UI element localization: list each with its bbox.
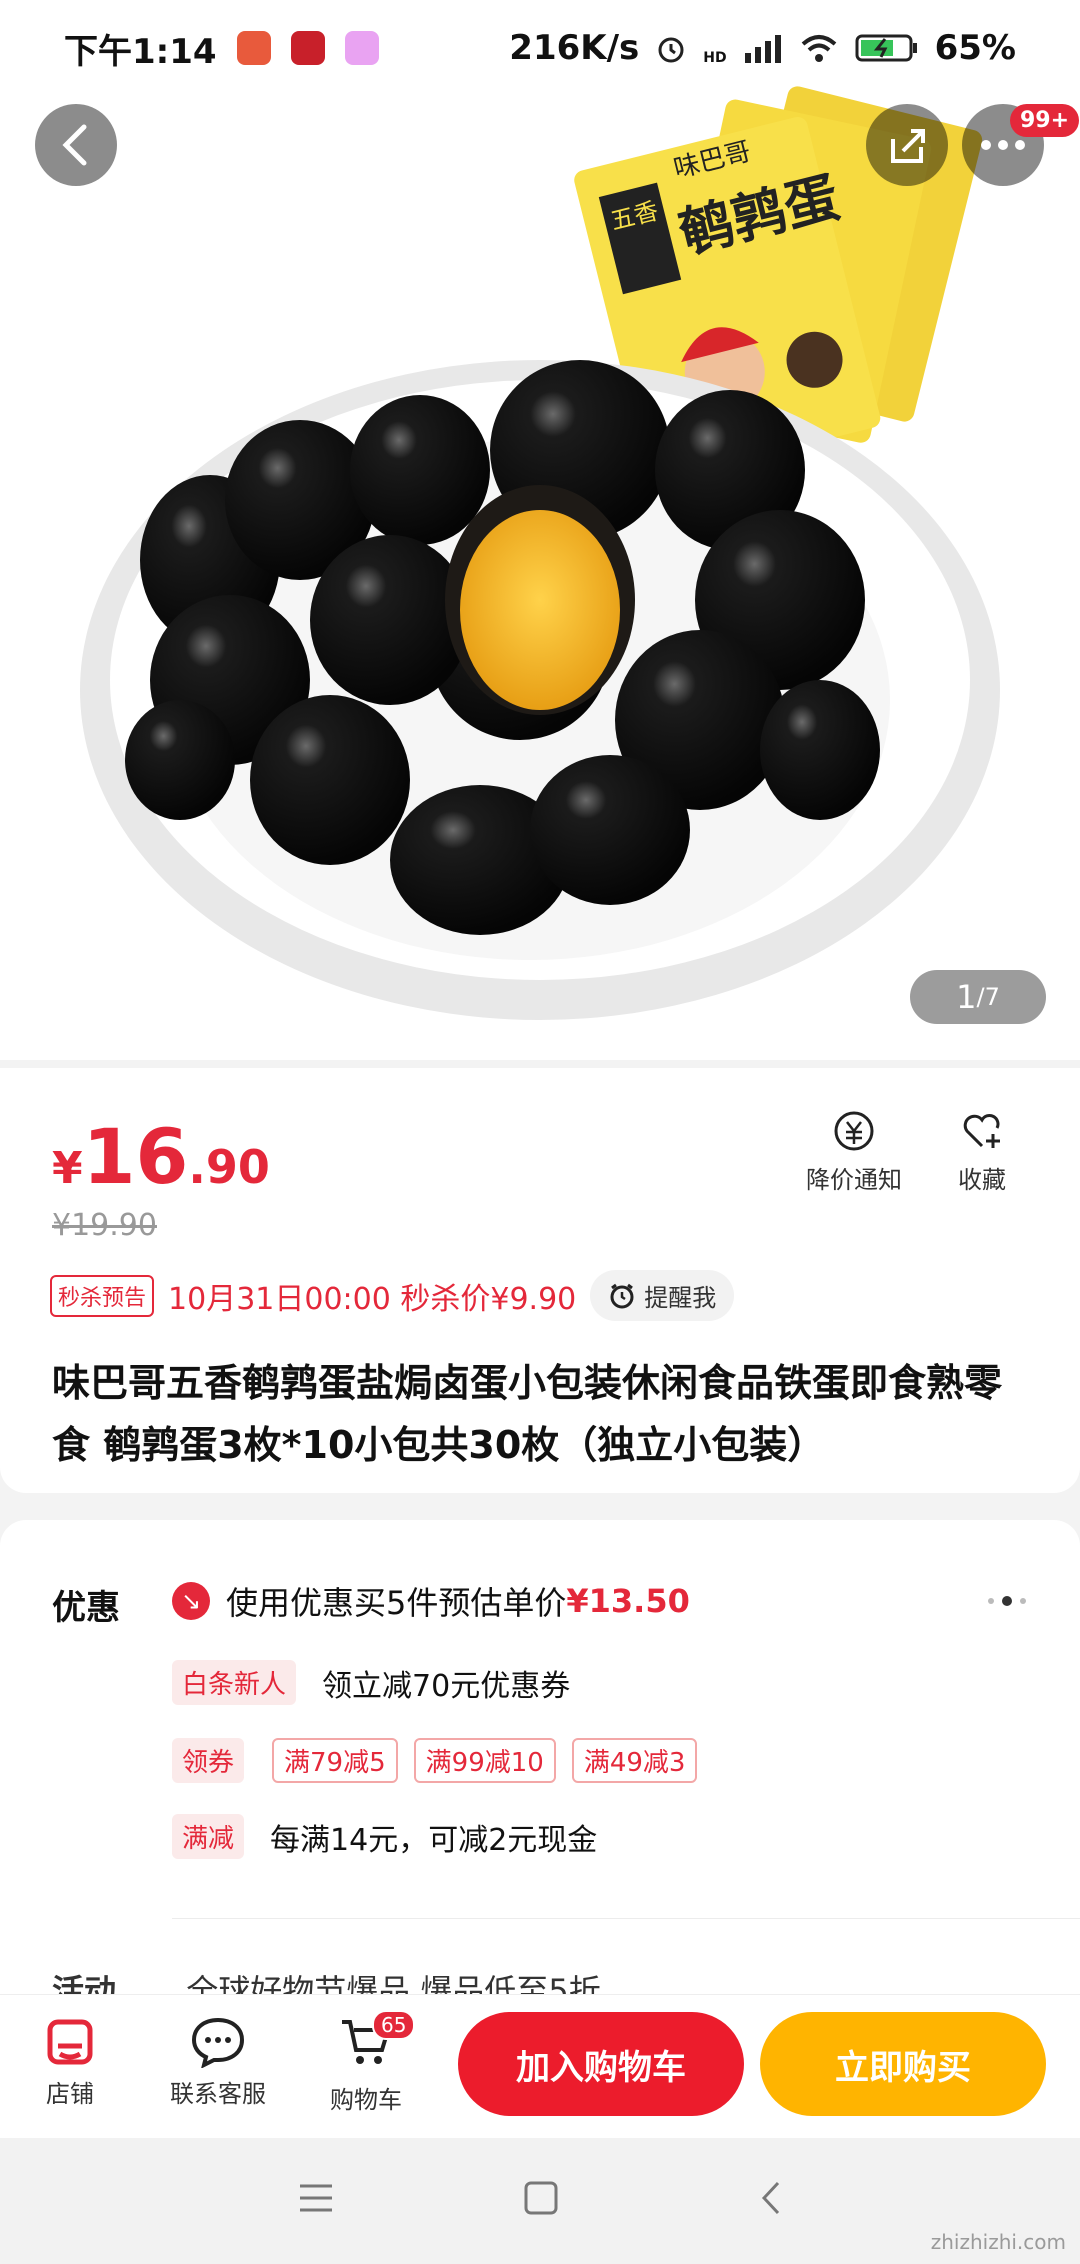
promo-more-icon[interactable] xyxy=(988,1596,1026,1606)
battery-level: 65% xyxy=(934,28,1016,68)
net-speed: 216K/s xyxy=(509,28,640,68)
home-icon[interactable] xyxy=(520,2180,560,2216)
watermark: zhizhizhi.com xyxy=(930,2230,1066,2254)
baitiao-text: 领立减70元优惠券 xyxy=(322,1668,571,1704)
chat-icon xyxy=(191,2017,245,2068)
product-title: 味巴哥五香鹌鹑蛋盐焗卤蛋小包装休闲食品铁蛋即食熟零食 鹌鹑蛋3枚*10小包共30… xyxy=(52,1361,1003,1467)
app-notification-icon xyxy=(290,31,325,65)
heart-plus-icon xyxy=(963,1114,1000,1148)
flash-sale-tag: 秒杀预告 xyxy=(50,1274,155,1317)
price-alert-icon xyxy=(834,1111,874,1151)
image-counter-total: /7 xyxy=(976,983,1000,1011)
divider xyxy=(172,1918,1080,1919)
back-button[interactable] xyxy=(35,104,117,186)
original-price: ¥19.90 xyxy=(52,1208,157,1243)
status-time: 下午1:14 xyxy=(64,31,217,72)
coupon-tag: 领券 xyxy=(172,1738,245,1783)
flash-sale-row: 秒杀预告 10月31日00:00 秒杀价¥9.90 提醒我 xyxy=(50,1270,735,1321)
promo-summary-text: 使用优惠买5件预估单价 xyxy=(226,1584,567,1622)
discount-arrow-icon: ↘ xyxy=(172,1582,210,1620)
share-button[interactable] xyxy=(866,104,948,186)
nav-back-icon[interactable] xyxy=(752,2180,792,2216)
price-integer: 16 xyxy=(82,1112,189,1201)
price-symbol: ¥ xyxy=(52,1143,83,1194)
status-bar: 下午1:14 216K/s HD 65% xyxy=(0,0,1080,96)
coupon-row[interactable]: 领券 满79减5 满99减10 满49减3 xyxy=(172,1738,698,1783)
menu-icon[interactable] xyxy=(296,2180,336,2216)
promo-summary[interactable]: ↘ 使用优惠买5件预估单价 ¥13.50 xyxy=(172,1578,690,1624)
customer-service-label: 联系客服 xyxy=(170,2080,266,2108)
flash-sale-text: 10月31日00:00 秒杀价¥9.90 xyxy=(168,1281,577,1317)
coupon-chip[interactable]: 满49减3 xyxy=(571,1738,698,1783)
cart-count-badge: 65 xyxy=(372,2010,416,2040)
price-alert-label: 降价通知 xyxy=(806,1166,902,1194)
app-notification-icon xyxy=(344,31,379,65)
baitiao-row[interactable]: 白条新人 领立减70元优惠券 xyxy=(172,1660,570,1705)
hd-indicator: HD xyxy=(703,50,727,66)
price-alert-button[interactable]: 降价通知 xyxy=(806,1108,902,1195)
manjian-row[interactable]: 满减 每满14元，可减2元现金 xyxy=(172,1814,597,1859)
baitiao-tag: 白条新人 xyxy=(172,1660,297,1705)
manjian-tag: 满减 xyxy=(172,1814,245,1859)
image-counter-current: 1 xyxy=(956,978,977,1016)
remind-me-button[interactable]: 提醒我 xyxy=(590,1270,735,1321)
shop-icon xyxy=(47,2019,93,2065)
app-notification-icon xyxy=(236,31,271,65)
wifi-icon xyxy=(801,35,836,62)
favorite-label: 收藏 xyxy=(958,1166,1006,1194)
cart-button[interactable]: 65 购物车 xyxy=(330,2010,416,2115)
coupon-chip[interactable]: 满99减10 xyxy=(413,1738,556,1783)
promo-summary-price: ¥13.50 xyxy=(566,1582,690,1620)
add-to-cart-button[interactable]: 加入购物车 xyxy=(458,2012,744,2116)
more-dots-icon xyxy=(981,140,1025,150)
image-counter: 1/7 xyxy=(910,970,1046,1024)
shop-label: 店铺 xyxy=(46,2080,94,2108)
shop-button[interactable]: 店铺 xyxy=(44,2016,96,2109)
current-price: ¥16.90 xyxy=(52,1112,270,1201)
cart-label: 购物车 xyxy=(330,2086,402,2114)
coupon-chip[interactable]: 满79减5 xyxy=(272,1738,398,1783)
customer-service-button[interactable]: 联系客服 xyxy=(170,2016,266,2109)
product-gallery[interactable]: 五香 味巴哥 鹌鹑蛋 99+ 1 /7 xyxy=(0,0,1080,1060)
signal-icon xyxy=(744,35,781,63)
battery-icon xyxy=(855,34,917,62)
alarm-icon xyxy=(658,37,684,63)
message-badge: 99+ xyxy=(1010,104,1080,137)
price-decimal: .90 xyxy=(188,1140,270,1194)
back-arrow-icon xyxy=(62,124,87,166)
share-icon xyxy=(891,129,925,163)
buy-now-button[interactable]: 立即购买 xyxy=(760,2012,1046,2116)
manjian-text: 每满14元，可减2元现金 xyxy=(270,1822,598,1858)
remind-me-label: 提醒我 xyxy=(644,1284,717,1312)
favorite-button[interactable]: 收藏 xyxy=(958,1108,1006,1195)
promo-label: 优惠 xyxy=(52,1588,120,1628)
alarm-clock-icon xyxy=(610,1283,634,1308)
